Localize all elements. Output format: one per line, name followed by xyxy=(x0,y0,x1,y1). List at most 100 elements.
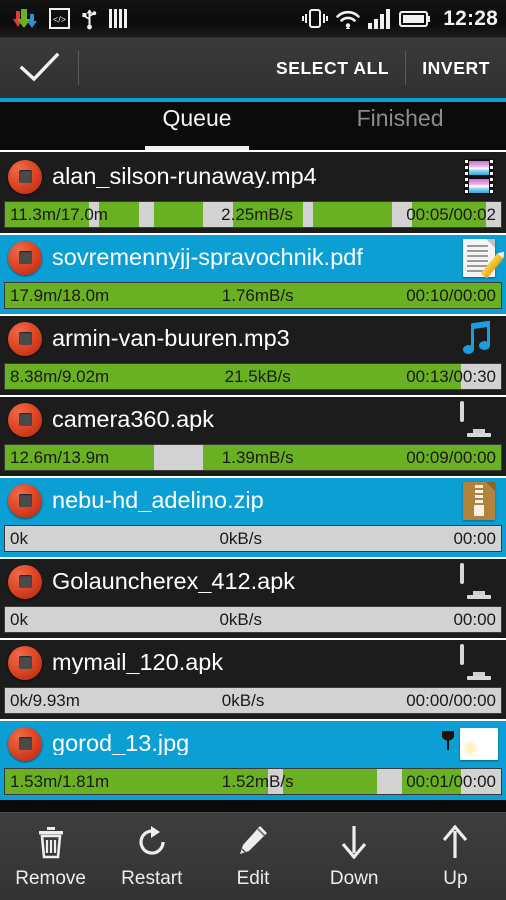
select-all-button[interactable]: SELECT ALL xyxy=(260,38,405,98)
row-divider xyxy=(0,395,506,397)
download-filename: sovremennyjj-spravochnik.pdf xyxy=(52,246,452,270)
signal-icon xyxy=(368,9,392,29)
download-row[interactable]: armin-van-buuren.mp38.38m/9.02m21.5kB/s0… xyxy=(0,314,506,395)
status-bar-left-icons: </> xyxy=(12,8,127,30)
checkmark-icon xyxy=(18,51,62,85)
stop-button[interactable] xyxy=(8,241,42,275)
stop-button[interactable] xyxy=(8,646,42,680)
row-divider xyxy=(0,638,506,640)
file-type-thumbnail xyxy=(458,400,500,440)
row-divider xyxy=(0,314,506,316)
file-type-thumbnail xyxy=(458,562,500,602)
progress-time: 00:00 xyxy=(453,611,496,628)
progress-time: 00:00/00:00 xyxy=(406,692,496,709)
progress-size: 0k/9.93m xyxy=(10,692,80,709)
progress-speed: 0kB/s xyxy=(28,530,453,547)
download-filename: nebu-hd_adelino.zip xyxy=(52,489,452,513)
download-filename: alan_silson-runaway.mp4 xyxy=(52,165,452,189)
monitor-icon xyxy=(460,646,498,680)
stop-button[interactable] xyxy=(8,403,42,437)
download-filename: gorod_13.jpg xyxy=(52,732,452,756)
file-type-thumbnail xyxy=(458,319,500,359)
download-progress-bar: 8.38m/9.02m21.5kB/s00:13/00:30 xyxy=(4,363,502,390)
stop-button[interactable] xyxy=(8,565,42,599)
progress-labels: 11.3m/17.0m2.25mB/s00:05/00:02 xyxy=(5,202,501,227)
download-row-header: Golauncherex_412.apk xyxy=(0,557,506,606)
progress-labels: 0k/9.93m0kB/s00:00/00:00 xyxy=(5,688,501,713)
download-progress-bar: 11.3m/17.0m2.25mB/s00:05/00:02 xyxy=(4,201,502,228)
toolbar-down-button[interactable]: Down xyxy=(304,825,405,888)
download-row-header: alan_silson-runaway.mp4 xyxy=(0,152,506,201)
vibrate-icon xyxy=(302,8,328,29)
download-row[interactable]: Golauncherex_412.apk0k0kB/s00:00 xyxy=(0,557,506,638)
bars-icon xyxy=(109,8,127,29)
download-filename: mymail_120.apk xyxy=(52,651,452,675)
stop-button[interactable] xyxy=(8,160,42,194)
progress-speed: 1.76mB/s xyxy=(109,287,406,304)
progress-size: 1.53m/1.81m xyxy=(10,773,109,790)
row-divider xyxy=(0,476,506,478)
progress-speed: 0kB/s xyxy=(28,611,453,628)
toolbar-edit-button[interactable]: Edit xyxy=(202,825,303,888)
music-note-icon xyxy=(463,322,495,356)
code-icon: </> xyxy=(49,8,70,29)
tab-queue-label: Queue xyxy=(163,107,232,130)
row-divider xyxy=(0,719,506,721)
progress-labels: 0k0kB/s00:00 xyxy=(5,526,501,551)
progress-speed: 0kB/s xyxy=(80,692,406,709)
progress-speed: 21.5kB/s xyxy=(109,368,406,385)
download-row[interactable]: mymail_120.apk 0k/9.93m0kB/s00:00/00:00 xyxy=(0,638,506,719)
trash-icon xyxy=(36,825,66,864)
action-bar: SELECT ALL INVERT xyxy=(0,38,506,98)
progress-size: 0k xyxy=(10,530,28,547)
progress-time: 00:00 xyxy=(453,530,496,547)
invert-button[interactable]: INVERT xyxy=(406,38,506,98)
toolbar-button-label: Up xyxy=(443,869,467,888)
status-bar: </> xyxy=(0,0,506,38)
download-row-header: nebu-hd_adelino.zip xyxy=(0,476,506,525)
toolbar-up-button[interactable]: Up xyxy=(405,825,506,888)
status-bar-right-icons: 12:28 xyxy=(302,8,498,29)
pdf-document-icon xyxy=(463,239,495,277)
toolbar-restart-button[interactable]: Restart xyxy=(101,825,202,888)
action-bar-actions: SELECT ALL INVERT xyxy=(260,38,506,98)
download-progress-bar: 17.9m/18.0m1.76mB/s00:10/00:00 xyxy=(4,282,502,309)
download-progress-bar: 1.53m/1.81m1.52mB/s00:01/00:00 xyxy=(4,768,502,795)
progress-labels: 17.9m/18.0m1.76mB/s00:10/00:00 xyxy=(5,283,501,308)
photo-icon xyxy=(460,728,498,760)
download-row-header: camera360.apk xyxy=(0,395,506,444)
action-bar-divider xyxy=(78,51,79,85)
download-list[interactable]: alan_silson-runaway.mp4 11.3m/17.0m2.25mB… xyxy=(0,152,506,812)
status-bar-clock: 12:28 xyxy=(443,8,498,29)
download-row-header: mymail_120.apk xyxy=(0,638,506,687)
stop-button[interactable] xyxy=(8,322,42,356)
tab-spacer xyxy=(0,102,100,150)
progress-time: 00:05/00:02 xyxy=(406,206,496,223)
download-row[interactable]: sovremennyjj-spravochnik.pdf 17.9m/18.0m1… xyxy=(0,233,506,314)
progress-labels: 8.38m/9.02m21.5kB/s00:13/00:30 xyxy=(5,364,501,389)
download-row[interactable]: alan_silson-runaway.mp4 11.3m/17.0m2.25mB… xyxy=(0,152,506,233)
tab-finished[interactable]: Finished xyxy=(294,102,506,150)
toolbar-button-label: Down xyxy=(330,869,379,888)
progress-time: 00:10/00:00 xyxy=(406,287,496,304)
tab-bar: Queue Finished xyxy=(0,102,506,150)
stop-button[interactable] xyxy=(8,727,42,761)
tab-queue[interactable]: Queue xyxy=(100,102,294,150)
progress-time: 00:09/00:00 xyxy=(406,449,496,466)
refresh-icon xyxy=(136,825,168,864)
stop-button[interactable] xyxy=(8,484,42,518)
download-row[interactable]: camera360.apk12.6m/13.9m1.39mB/s00:09/00… xyxy=(0,395,506,476)
toolbar-button-label: Edit xyxy=(237,869,270,888)
progress-labels: 1.53m/1.81m1.52mB/s00:01/00:00 xyxy=(5,769,501,794)
download-progress-bar: 0k/9.93m0kB/s00:00/00:00 xyxy=(4,687,502,714)
battery-icon xyxy=(399,10,431,28)
app-screen: </> xyxy=(0,0,506,900)
file-type-thumbnail xyxy=(458,643,500,683)
download-filename: Golauncherex_412.apk xyxy=(52,570,452,594)
toolbar-remove-button[interactable]: Remove xyxy=(0,825,101,888)
arrow-down-icon xyxy=(339,825,369,864)
film-icon xyxy=(464,159,494,195)
confirm-selection-button[interactable] xyxy=(18,51,62,85)
download-row[interactable]: gorod_13.jpg 1.53m/1.81m1.52mB/s00:01/00:… xyxy=(0,719,506,800)
download-row[interactable]: nebu-hd_adelino.zip 0k0kB/s00:00 xyxy=(0,476,506,557)
